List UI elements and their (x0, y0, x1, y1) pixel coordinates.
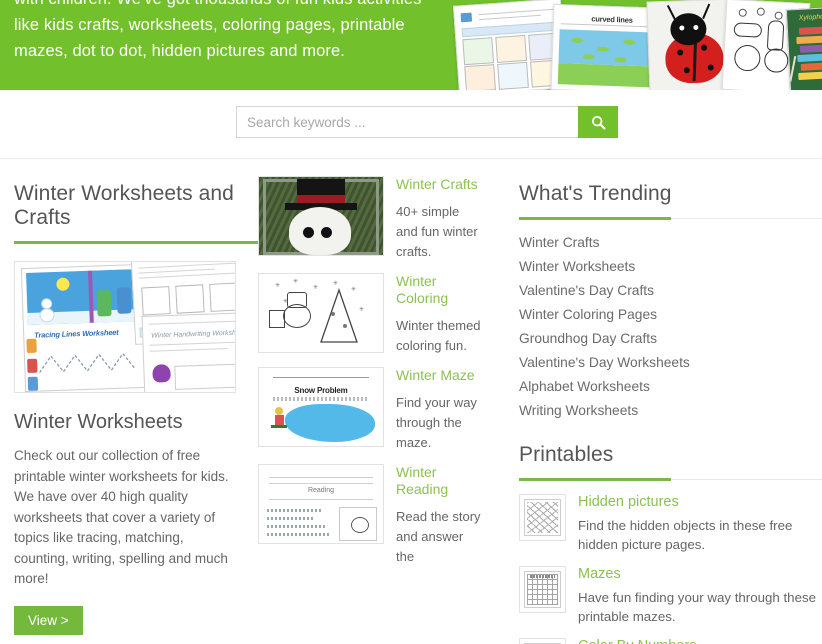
winter-coloring-link[interactable]: Winter Coloring (396, 273, 484, 307)
winter-maze-link[interactable]: Winter Maze (396, 367, 484, 384)
collage-xylophone-craft: Xylophone (785, 6, 822, 90)
list-item: Color By Numbers (519, 638, 822, 644)
maze-thumb-caption: Snow Problem (294, 386, 348, 395)
trending-link-valentines-day-worksheets[interactable]: Valentine's Day Worksheets (519, 355, 690, 370)
collage-word-scramble-sheet (452, 0, 568, 90)
list-item: Winter Crafts (519, 233, 822, 253)
list-item: Alphabet Worksheets (519, 377, 822, 397)
hero-banner: with children. We've got thousands of fu… (0, 0, 822, 90)
feature-body: Check out our collection of free printab… (14, 448, 229, 586)
hero-collage: curved lines Xylophone (452, 0, 822, 90)
trending-link-valentines-day-crafts[interactable]: Valentine's Day Crafts (519, 283, 654, 298)
main-content: Winter Worksheets and Crafts Tracing Lin… (0, 158, 822, 644)
feature-title: Winter Worksheets (14, 411, 183, 433)
list-item: Valentine's Day Crafts (519, 281, 822, 301)
printables-list: Hidden pictures Find the hidden objects … (519, 494, 822, 644)
winter-crafts-description: 40+ simple and fun winter crafts. (396, 204, 478, 259)
mazes-description: Have fun finding your way through these … (578, 590, 817, 624)
left-heading-underline (14, 241, 295, 244)
trending-link-winter-worksheets[interactable]: Winter Worksheets (519, 259, 635, 274)
search-form (236, 106, 618, 138)
trending-heading: What's Trending (519, 182, 672, 205)
mazes-thumbnail[interactable] (519, 566, 566, 613)
winter-crafts-link[interactable]: Winter Crafts (396, 176, 484, 193)
search-input[interactable] (236, 106, 578, 138)
winter-crafts-thumbnail[interactable] (258, 176, 384, 256)
winter-coloring-description: Winter themed coloring fun. (396, 318, 481, 353)
list-item: Winter Worksheets (519, 257, 822, 277)
trending-link-groundhog-day-crafts[interactable]: Groundhog Day Crafts (519, 331, 657, 346)
winter-maze-description: Find your way through the maze. (396, 395, 477, 450)
list-item: Snow Problem Winter Maze Find your way t… (258, 367, 498, 453)
winter-coloring-thumbnail[interactable]: ✳ ✳ ✳ ✳ ✳ ✳ ✳ (258, 273, 384, 353)
winter-maze-thumbnail[interactable]: Snow Problem (258, 367, 384, 447)
trending-link-alphabet-worksheets[interactable]: Alphabet Worksheets (519, 379, 650, 394)
list-item: Valentine's Day Worksheets (519, 353, 822, 373)
winter-items-list: Winter Crafts 40+ simple and fun winter … (258, 176, 498, 567)
view-button[interactable]: View > (14, 605, 83, 635)
list-item: Winter Crafts 40+ simple and fun winter … (258, 176, 498, 262)
hidden-pictures-description: Find the hidden objects in these free hi… (578, 518, 793, 552)
winter-worksheets-collage-image[interactable]: Tracing Lines Worksheet Winter Handwriti… (14, 261, 236, 393)
list-item: Reading Winter Reading Read the story an… (258, 464, 498, 567)
list-item: Mazes Have fun finding your way through … (519, 566, 822, 626)
printables-heading-underline (519, 478, 822, 481)
winter-reading-description: Read the story and answer the (396, 509, 481, 564)
winter-reading-thumbnail[interactable]: Reading (258, 464, 384, 544)
color-by-numbers-link[interactable]: Color By Numbers (578, 638, 822, 644)
trending-heading-underline (519, 217, 822, 220)
trending-link-winter-crafts[interactable]: Winter Crafts (519, 235, 600, 250)
trending-link-writing-worksheets[interactable]: Writing Worksheets (519, 403, 638, 418)
winter-reading-link[interactable]: Winter Reading (396, 464, 484, 498)
hero-paragraph: with children. We've got thousands of fu… (14, 0, 421, 60)
list-item: Winter Coloring Pages (519, 305, 822, 325)
trending-list: Winter Crafts Winter Worksheets Valentin… (519, 233, 822, 421)
printables-heading: Printables (519, 443, 614, 466)
trending-link-winter-coloring-pages[interactable]: Winter Coloring Pages (519, 307, 657, 322)
page-root: with children. We've got thousands of fu… (0, 0, 822, 644)
left-column: Winter Worksheets and Crafts Tracing Lin… (0, 158, 295, 635)
list-item: Groundhog Day Crafts (519, 329, 822, 349)
list-item: Hidden pictures Find the hidden objects … (519, 494, 822, 554)
search-button[interactable] (578, 106, 618, 138)
color-by-numbers-thumbnail[interactable] (519, 638, 566, 644)
reading-thumb-caption: Reading (307, 487, 335, 494)
mazes-link[interactable]: Mazes (578, 566, 822, 582)
search-bar-region (0, 90, 822, 159)
left-section-heading: Winter Worksheets and Crafts (14, 182, 234, 229)
hidden-pictures-link[interactable]: Hidden pictures (578, 494, 822, 510)
right-column: What's Trending Winter Crafts Winter Wor… (505, 158, 822, 644)
middle-column: Winter Crafts 40+ simple and fun winter … (258, 158, 498, 578)
list-item: Writing Worksheets (519, 401, 822, 421)
search-icon (591, 115, 606, 130)
list-item: ✳ ✳ ✳ ✳ ✳ ✳ ✳ Winter Coloring Winter the… (258, 273, 498, 356)
hidden-pictures-thumbnail[interactable] (519, 494, 566, 541)
